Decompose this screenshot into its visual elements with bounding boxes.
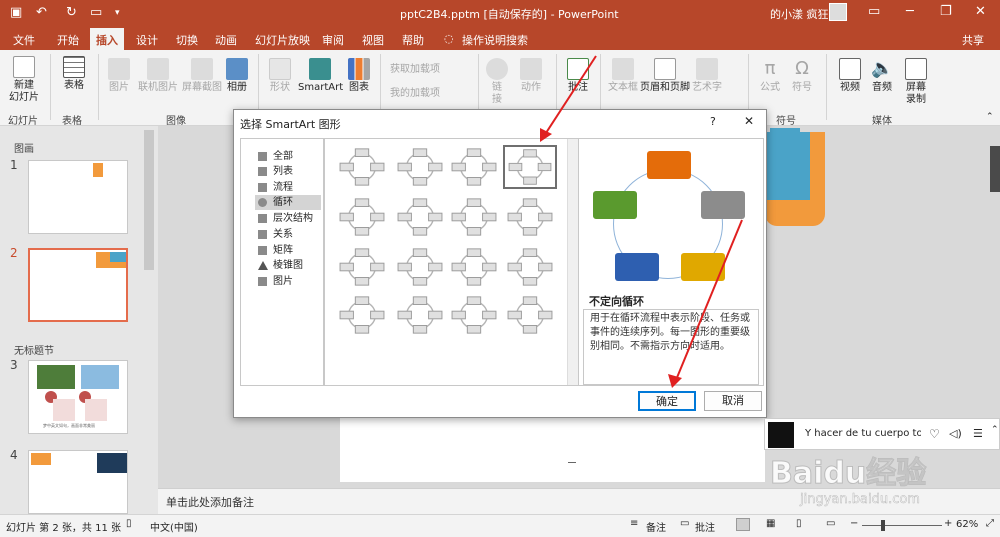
heart-icon[interactable]: ♡ bbox=[929, 427, 940, 441]
arrow-head bbox=[540, 128, 552, 142]
volume-icon[interactable]: ◁) bbox=[949, 427, 962, 440]
arrow-to-ok bbox=[675, 219, 743, 381]
arrow-head bbox=[668, 374, 682, 388]
album-art bbox=[768, 422, 794, 448]
watermark-brand: Baidu经验 bbox=[769, 456, 927, 492]
music-popup[interactable]: Y hacer de tu cuerpo tod ♡ ◁) ☰ ⌃ bbox=[764, 418, 1000, 450]
playlist-icon[interactable]: ☰ bbox=[973, 427, 983, 440]
arrow-to-layout bbox=[543, 55, 597, 137]
watermark-url: jingyan.baidu.com bbox=[800, 492, 920, 508]
popup-handle-icon[interactable]: ⌃ bbox=[991, 425, 999, 435]
song-title: Y hacer de tu cuerpo tod bbox=[805, 428, 921, 439]
